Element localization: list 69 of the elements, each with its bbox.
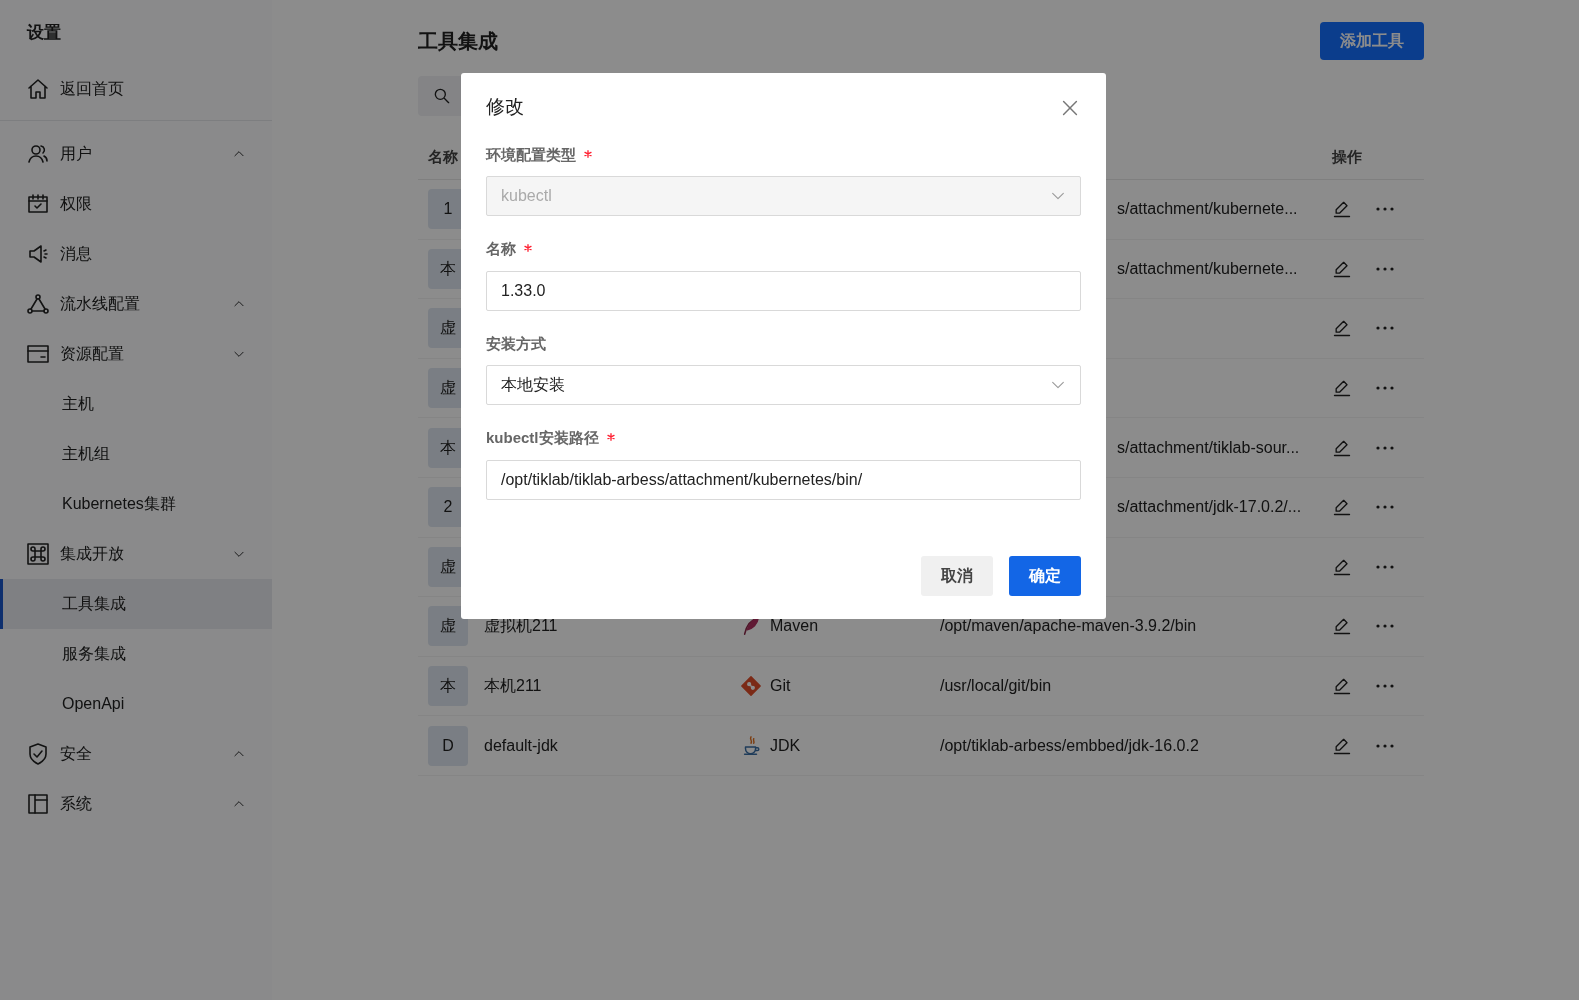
table-cell-text: s/attachment/jdk-17.0.2/... bbox=[1117, 497, 1302, 518]
sidebar-subitem[interactable]: 主机组 bbox=[0, 428, 272, 479]
table-cell-text: Git bbox=[770, 676, 791, 697]
sidebar-item[interactable]: 资源配置 bbox=[0, 328, 272, 379]
table-cell-text: JDK bbox=[770, 735, 801, 756]
dialog-title: 修改 bbox=[486, 95, 524, 119]
table-cell-text: Maven bbox=[770, 616, 819, 637]
more-icon bbox=[1376, 326, 1394, 331]
table-cell-text: default-jdk bbox=[484, 735, 558, 756]
field-label: kubectl安装路径 bbox=[486, 428, 599, 448]
column-header: 名称 bbox=[428, 147, 458, 168]
table-cell-text: 虚拟机211 bbox=[484, 616, 558, 637]
home-icon bbox=[26, 76, 50, 101]
more-icon bbox=[1376, 386, 1394, 391]
edit-icon bbox=[1332, 616, 1352, 637]
sidebar-item[interactable]: 安全 bbox=[0, 728, 272, 779]
table-cell-text: /opt/maven/apache-maven-3.9.2/bin bbox=[940, 616, 1197, 637]
confirm-button[interactable]: 确定 bbox=[1009, 555, 1081, 596]
input-field[interactable]: 1.33.0 bbox=[486, 270, 1081, 311]
calendar-icon bbox=[26, 191, 50, 216]
add-tool-button[interactable]: 添加工具 bbox=[1320, 22, 1424, 60]
sidebar-item[interactable]: 消息 bbox=[0, 228, 272, 279]
shield-icon bbox=[26, 741, 50, 766]
more-icon bbox=[1376, 207, 1394, 212]
edit-icon bbox=[1332, 676, 1352, 697]
sidebar-subitem[interactable]: Kubernetes集群 bbox=[0, 478, 272, 529]
sidebar-subitem[interactable]: 主机 bbox=[0, 378, 272, 429]
nodes-icon bbox=[26, 291, 50, 316]
more-icon bbox=[1376, 505, 1394, 510]
more-icon bbox=[1376, 445, 1394, 450]
diamond-icon bbox=[740, 675, 762, 698]
home-link[interactable]: 返回首页 bbox=[0, 63, 272, 114]
layout-icon bbox=[26, 791, 50, 816]
sidebar-item[interactable]: 系统 bbox=[0, 778, 272, 829]
avatar: D bbox=[428, 725, 468, 766]
sidebar-subitem[interactable]: 工具集成 bbox=[0, 578, 272, 629]
more-icon bbox=[1376, 266, 1394, 271]
table-cell-text: /usr/local/git/bin bbox=[940, 676, 1052, 697]
sidebar-item[interactable]: 用户 bbox=[0, 128, 272, 179]
table-cell-text: 本机211 bbox=[484, 676, 542, 697]
select-field[interactable]: 本地安装 bbox=[486, 365, 1081, 405]
field-label: 名称 bbox=[486, 239, 516, 259]
edit-icon bbox=[1332, 378, 1352, 399]
page-title: 工具集成 bbox=[418, 29, 498, 54]
avatar: 虚 bbox=[428, 606, 468, 647]
more-icon bbox=[1376, 743, 1394, 748]
column-header: 操作 bbox=[1332, 147, 1362, 168]
sidebar-title: 设置 bbox=[25, 22, 61, 44]
sidebar-item[interactable]: 权限 bbox=[0, 178, 272, 229]
field-label: 环境配置类型 bbox=[486, 144, 576, 165]
more-icon bbox=[1376, 684, 1394, 689]
more-icon bbox=[1376, 624, 1394, 629]
table-cell-text: /opt/tiklab-arbess/embbed/jdk-16.0.2 bbox=[940, 735, 1199, 756]
sidebar-subitem[interactable]: OpenApi bbox=[0, 678, 272, 729]
edit-icon bbox=[1332, 199, 1352, 220]
sidebar-item[interactable]: 集成开放 bbox=[0, 528, 272, 579]
field-label: 安装方式 bbox=[486, 333, 546, 354]
table-cell-text: s/attachment/tiklab-sour... bbox=[1117, 437, 1300, 458]
sidebar-item[interactable]: 流水线配置 bbox=[0, 278, 272, 329]
table-cell-text: s/attachment/kubernete... bbox=[1117, 258, 1298, 279]
cancel-button[interactable]: 取消 bbox=[921, 555, 993, 596]
table-cell-text: s/attachment/kubernete... bbox=[1117, 199, 1298, 220]
command-icon bbox=[26, 541, 50, 566]
avatar: 本 bbox=[428, 666, 468, 707]
input-field[interactable]: /opt/tiklab/tiklab-arbess/attachment/kubernetes/bin/ bbox=[486, 459, 1081, 500]
edit-icon bbox=[1332, 318, 1352, 339]
more-icon bbox=[1376, 564, 1394, 569]
edit-icon bbox=[1332, 497, 1352, 518]
search-icon bbox=[432, 86, 452, 106]
